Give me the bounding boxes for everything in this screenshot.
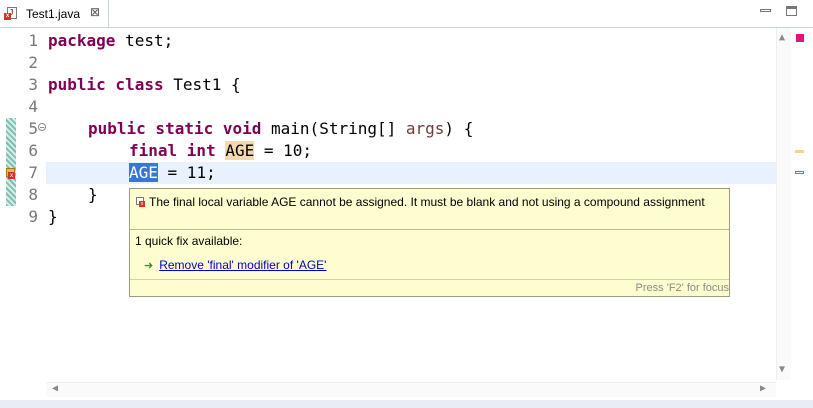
selected-variable[interactable]: AGE xyxy=(129,163,158,182)
line-number: 7 xyxy=(28,163,38,182)
scroll-up-icon[interactable]: ▲ xyxy=(779,32,785,43)
line-number: 8 xyxy=(28,185,38,204)
error-icon: x xyxy=(136,197,145,207)
keyword: public static void xyxy=(88,119,262,138)
divider xyxy=(130,279,729,280)
tab-test1-java[interactable]: Jx Test1.java ⊠ xyxy=(0,0,109,27)
occurrence-marker[interactable] xyxy=(795,150,804,153)
code-line-7: AGE = 11; xyxy=(129,162,216,184)
code-text: Test1 { xyxy=(163,75,241,94)
code-text: ) { xyxy=(444,119,474,138)
scroll-down-icon[interactable]: ▼ xyxy=(779,364,785,375)
fix-arrow-icon: ➜ xyxy=(144,260,154,272)
code-text: = 11; xyxy=(157,163,216,182)
code-line-5: public static void main(String[] args) { xyxy=(88,118,473,140)
editor-tab-bar: Jx Test1.java ⊠ xyxy=(0,0,813,28)
code-line-1: package test; xyxy=(48,30,173,52)
keyword: public class xyxy=(48,75,164,94)
code-text: test; xyxy=(115,31,174,50)
vertical-scrollbar[interactable]: ▲ ▼ xyxy=(776,28,791,380)
line-number: 4 xyxy=(28,97,38,116)
code-line-6: final int AGE = 10; xyxy=(129,140,312,162)
change-ruler-marker xyxy=(6,118,16,206)
overview-ruler xyxy=(793,28,811,380)
line-number: 1 xyxy=(28,31,38,50)
maximize-icon[interactable] xyxy=(786,6,797,16)
variable-occurrence: AGE xyxy=(225,141,255,160)
keyword: package xyxy=(48,31,116,50)
line-number: 2 xyxy=(28,53,38,72)
close-icon[interactable]: ⊠ xyxy=(90,5,100,19)
divider xyxy=(130,229,729,230)
scroll-left-icon[interactable]: ◀ xyxy=(52,383,58,394)
error-message: The final local variable AGE cannot be a… xyxy=(149,195,705,209)
quick-fix-popup: x The final local variable AGE cannot be… xyxy=(129,188,730,297)
quick-fix-count: 1 quick fix available: xyxy=(135,234,243,248)
error-marker[interactable] xyxy=(795,171,804,174)
line-number: 5 xyxy=(28,119,38,138)
focus-hint: Press 'F2' for focus xyxy=(635,282,729,294)
horizontal-scrollbar[interactable]: ◀ ▶ xyxy=(46,382,776,397)
fold-toggle-icon[interactable]: − xyxy=(38,123,46,132)
line-number: 9 xyxy=(28,207,38,226)
code-text: = 10; xyxy=(254,141,313,160)
line-number: 6 xyxy=(28,141,38,160)
scroll-right-icon[interactable]: ▶ xyxy=(760,383,766,394)
remove-final-link[interactable]: Remove 'final' modifier of 'AGE' xyxy=(159,258,326,272)
code-line-8: } xyxy=(88,185,98,204)
keyword: final int xyxy=(129,141,216,160)
quick-fix-item[interactable]: ➜ Remove 'final' modifier of 'AGE' xyxy=(144,258,326,272)
code-line-3: public class Test1 { xyxy=(48,74,241,96)
code-line-9: } xyxy=(48,207,58,226)
parameter: args xyxy=(405,119,445,138)
error-quickfix-icon[interactable]: x xyxy=(6,168,16,180)
minimize-icon[interactable] xyxy=(760,9,771,12)
line-number: 3 xyxy=(28,75,38,94)
tab-label: Test1.java xyxy=(26,7,81,21)
code-text: main(String[] xyxy=(261,119,406,138)
java-file-error-icon: Jx xyxy=(4,7,17,20)
bottom-border xyxy=(0,400,813,408)
error-summary-icon[interactable] xyxy=(796,34,804,42)
